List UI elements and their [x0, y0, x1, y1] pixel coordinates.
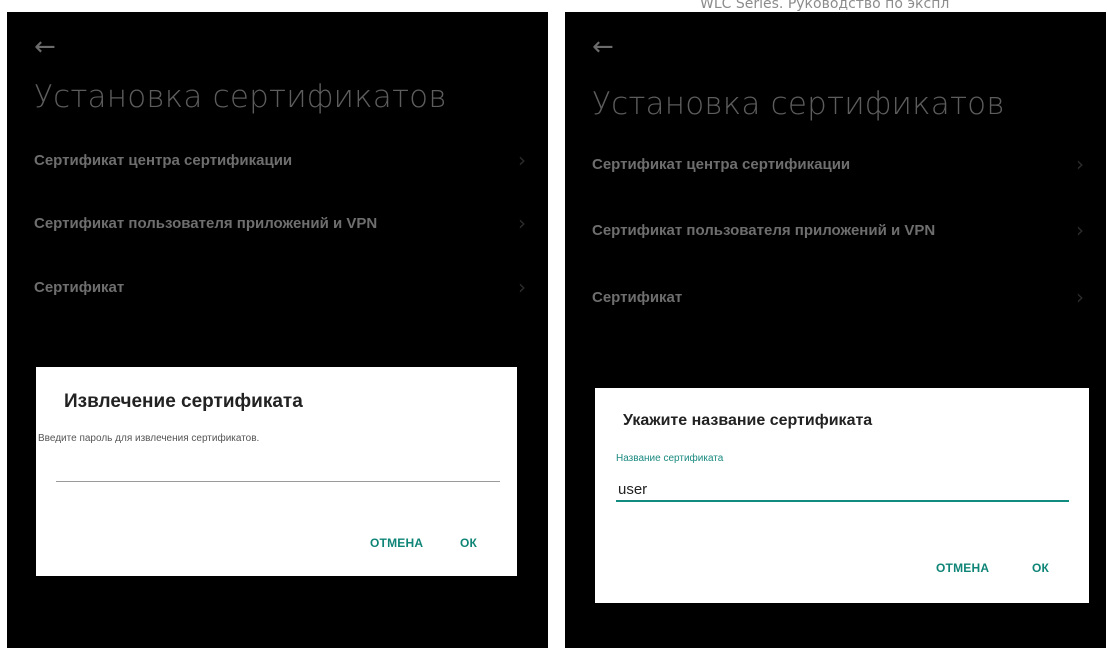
chevron-right-icon: ›	[518, 211, 526, 235]
dialog-title: Извлечение сертификата	[64, 391, 303, 412]
chevron-right-icon: ›	[1076, 152, 1084, 176]
menu-item-certificate[interactable]: Сертификат ›	[34, 272, 526, 302]
back-arrow-icon[interactable]: ←	[34, 34, 56, 60]
chevron-right-icon: ›	[518, 275, 526, 299]
menu-item-certificate[interactable]: Сертификат ›	[592, 282, 1084, 312]
menu-item-label: Сертификат центра сертификации	[592, 155, 851, 173]
menu-item-label: Сертификат пользователя приложений и VPN	[34, 214, 378, 232]
dialog-title: Укажите название сертификата	[623, 412, 873, 429]
menu-item-label: Сертификат пользователя приложений и VPN	[592, 221, 936, 239]
screen-title: Установка сертификатов	[34, 79, 447, 115]
menu-item-ca-certificate[interactable]: Сертификат центра сертификации ›	[34, 145, 526, 175]
screen-title: Установка сертификатов	[592, 86, 1005, 122]
extract-certificate-dialog: Извлечение сертификата Введите пароль дл…	[36, 367, 517, 576]
chevron-right-icon: ›	[1076, 218, 1084, 242]
menu-item-label: Сертификат	[592, 288, 683, 306]
certificate-name-dialog: Укажите название сертификата Название се…	[595, 388, 1089, 603]
screen-right: ← Установка сертификатов Сертификат цент…	[565, 12, 1106, 648]
screen-left: ← Установка сертификатов Сертификат цент…	[7, 12, 548, 648]
chevron-right-icon: ›	[518, 148, 526, 172]
dialog-message: Введите пароль для извлечения сертификат…	[38, 433, 260, 444]
menu-item-label: Сертификат центра сертификации	[34, 151, 293, 169]
menu-item-label: Сертификат	[34, 278, 125, 296]
certificate-name-input[interactable]	[616, 478, 1069, 502]
menu-item-ca-certificate[interactable]: Сертификат центра сертификации ›	[592, 149, 1084, 179]
chevron-right-icon: ›	[1076, 285, 1084, 309]
back-arrow-icon[interactable]: ←	[592, 34, 614, 60]
cancel-button[interactable]: ОТМЕНА	[370, 536, 423, 550]
cancel-button[interactable]: ОТМЕНА	[936, 561, 989, 575]
menu-item-user-vpn-certificate[interactable]: Сертификат пользователя приложений и VPN…	[34, 208, 526, 238]
password-input[interactable]	[56, 457, 500, 482]
ok-button[interactable]: ОК	[460, 536, 477, 550]
certificate-name-label: Название сертификата	[616, 453, 724, 464]
menu-item-user-vpn-certificate[interactable]: Сертификат пользователя приложений и VPN…	[592, 215, 1084, 245]
ok-button[interactable]: ОК	[1032, 561, 1049, 575]
